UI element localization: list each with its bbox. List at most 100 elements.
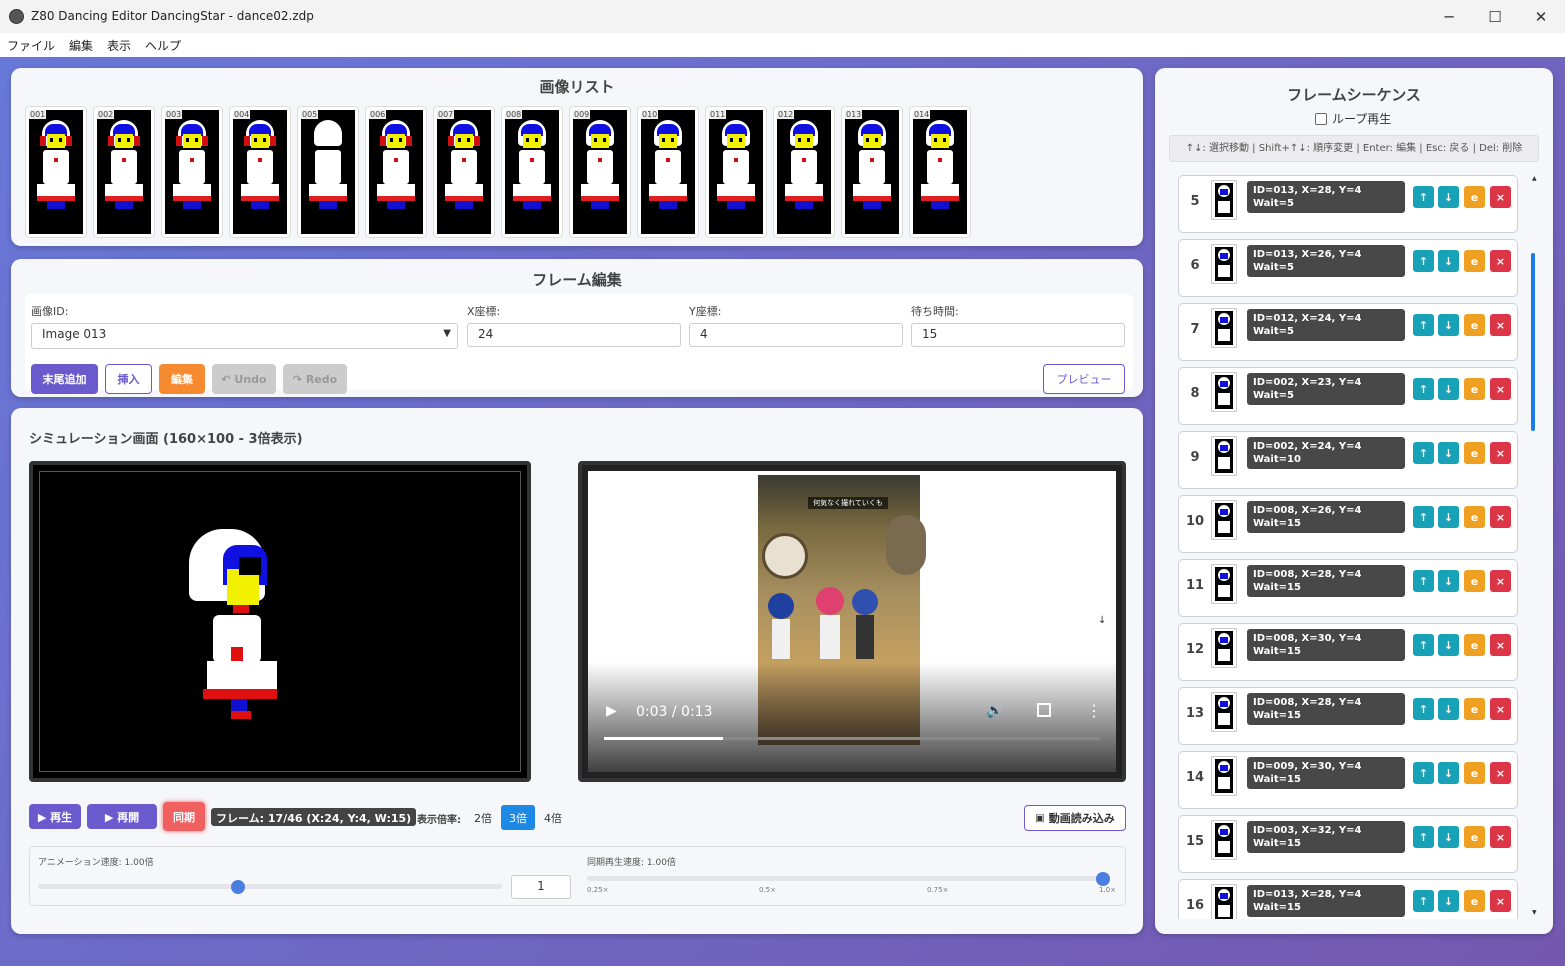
download-icon[interactable]: ↓ [1098,615,1106,626]
move-down-button[interactable]: ↓ [1438,314,1459,336]
delete-frame-button[interactable]: × [1490,186,1511,208]
sequence-item[interactable]: 11 ID=008, X=28, Y=4 Wait=15 ↑ ↓ e × [1178,559,1518,617]
sequence-item[interactable]: 5 ID=013, X=28, Y=4 Wait=5 ↑ ↓ e × [1178,175,1518,233]
delete-frame-button[interactable]: × [1490,314,1511,336]
image-thumbnail[interactable]: 006 [365,106,427,238]
image-thumbnail[interactable]: 001 [25,106,87,238]
play-icon[interactable]: ▶ [606,703,617,719]
image-thumbnail[interactable]: 002 [93,106,155,238]
move-down-button[interactable]: ↓ [1438,634,1459,656]
move-down-button[interactable]: ↓ [1438,762,1459,784]
delete-frame-button[interactable]: × [1490,442,1511,464]
anim-speed-slider[interactable] [38,880,502,894]
sync-speed-thumb[interactable] [1096,872,1110,886]
more-options-icon[interactable]: ⋮ [1086,701,1102,720]
move-up-button[interactable]: ↑ [1413,698,1434,720]
sequence-item[interactable]: 15 ID=003, X=32, Y=4 Wait=15 ↑ ↓ e × [1178,815,1518,873]
sequence-item[interactable]: 13 ID=008, X=28, Y=4 Wait=15 ↑ ↓ e × [1178,687,1518,745]
move-up-button[interactable]: ↑ [1413,186,1434,208]
edit-frame-button[interactable]: e [1464,698,1485,720]
image-thumbnail[interactable]: 008 [501,106,563,238]
x-input[interactable]: 24 [467,323,681,347]
delete-frame-button[interactable]: × [1490,634,1511,656]
move-down-button[interactable]: ↓ [1438,442,1459,464]
edit-frame-button[interactable]: e [1464,826,1485,848]
image-thumbnail[interactable]: 003 [161,106,223,238]
edit-frame-button[interactable]: e [1464,186,1485,208]
move-up-button[interactable]: ↑ [1413,890,1434,912]
fullscreen-icon[interactable] [1037,703,1051,717]
edit-frame-button[interactable]: e [1464,762,1485,784]
edit-frame-button[interactable]: e [1464,570,1485,592]
edit-frame-button[interactable]: e [1464,250,1485,272]
move-up-button[interactable]: ↑ [1413,634,1434,656]
scrollbar-thumb[interactable] [1531,253,1535,431]
sequence-list[interactable]: 5 ID=013, X=28, Y=4 Wait=5 ↑ ↓ e × 6 ID=013, X=2… [1169,175,1539,919]
redo-button[interactable]: ↷ Redo [283,364,347,394]
anim-speed-thumb[interactable] [230,880,245,894]
undo-button[interactable]: ↶ Undo [212,364,276,394]
delete-frame-button[interactable]: × [1490,250,1511,272]
image-thumbnail[interactable]: 009 [569,106,631,238]
sequence-item[interactable]: 16 ID=013, X=28, Y=4 Wait=15 ↑ ↓ e × [1178,879,1518,919]
move-up-button[interactable]: ↑ [1413,378,1434,400]
zoom-3x-button[interactable]: 3倍 [501,805,535,830]
image-thumbnail[interactable]: 014 [909,106,971,238]
load-video-button[interactable]: ▣ 動画読み込み [1024,805,1126,831]
sync-button[interactable]: 同期 [163,802,205,831]
edit-frame-button[interactable]: e [1464,314,1485,336]
minimize-button[interactable]: ─ [1426,0,1472,33]
image-thumbnail[interactable]: 005 [297,106,359,238]
zoom-2x-button[interactable]: 2倍 [469,806,497,829]
image-thumbnail[interactable]: 007 [433,106,495,238]
preview-button[interactable]: プレビュー [1043,364,1125,394]
move-up-button[interactable]: ↑ [1413,570,1434,592]
delete-frame-button[interactable]: × [1490,826,1511,848]
move-down-button[interactable]: ↓ [1438,698,1459,720]
sequence-item[interactable]: 6 ID=013, X=26, Y=4 Wait=5 ↑ ↓ e × [1178,239,1518,297]
sequence-item[interactable]: 9 ID=002, X=24, Y=4 Wait=10 ↑ ↓ e × [1178,431,1518,489]
loop-toggle[interactable]: ループ再生 [1315,110,1391,127]
zoom-4x-button[interactable]: 4倍 [539,806,567,829]
menu-file[interactable]: ファイル [7,37,55,54]
edit-frame-button[interactable]: e [1464,378,1485,400]
resume-button[interactable]: ▶ 再開 [87,804,157,829]
edit-frame-button[interactable]: e [1464,890,1485,912]
wait-input[interactable]: 15 [911,323,1125,347]
move-up-button[interactable]: ↑ [1413,250,1434,272]
video-player[interactable]: 何気なく撮れていくも ▶ 0:03 / 0:13 🔊 ⋮ ↓ [578,461,1126,782]
image-thumbnail[interactable]: 011 [705,106,767,238]
move-down-button[interactable]: ↓ [1438,378,1459,400]
delete-frame-button[interactable]: × [1490,506,1511,528]
sequence-scrollbar[interactable]: ▲ ▼ [1529,175,1539,919]
menu-help[interactable]: ヘルプ [145,37,181,54]
image-thumbnail[interactable]: 010 [637,106,699,238]
delete-frame-button[interactable]: × [1490,698,1511,720]
loop-checkbox[interactable] [1315,112,1327,125]
image-thumbnail[interactable]: 004 [229,106,291,238]
sequence-item[interactable]: 7 ID=012, X=24, Y=4 Wait=5 ↑ ↓ e × [1178,303,1518,361]
delete-frame-button[interactable]: × [1490,570,1511,592]
image-thumbnail[interactable]: 013 [841,106,903,238]
edit-button[interactable]: 編集 [159,364,205,394]
move-down-button[interactable]: ↓ [1438,186,1459,208]
move-down-button[interactable]: ↓ [1438,826,1459,848]
y-input[interactable]: 4 [689,323,903,347]
menu-edit[interactable]: 編集 [69,37,93,54]
anim-speed-input[interactable]: 1 [511,875,571,899]
maximize-button[interactable]: ☐ [1472,0,1518,33]
append-button[interactable]: 末尾追加 [31,364,98,394]
move-up-button[interactable]: ↑ [1413,314,1434,336]
move-up-button[interactable]: ↑ [1413,506,1434,528]
close-button[interactable]: ✕ [1518,0,1564,33]
move-down-button[interactable]: ↓ [1438,570,1459,592]
edit-frame-button[interactable]: e [1464,634,1485,656]
delete-frame-button[interactable]: × [1490,890,1511,912]
menu-view[interactable]: 表示 [107,37,131,54]
play-button[interactable]: ▶ 再生 [29,804,81,829]
sync-speed-slider[interactable] [587,872,1110,886]
move-up-button[interactable]: ↑ [1413,762,1434,784]
move-down-button[interactable]: ↓ [1438,506,1459,528]
video-progress-track[interactable] [604,737,1100,740]
delete-frame-button[interactable]: × [1490,378,1511,400]
